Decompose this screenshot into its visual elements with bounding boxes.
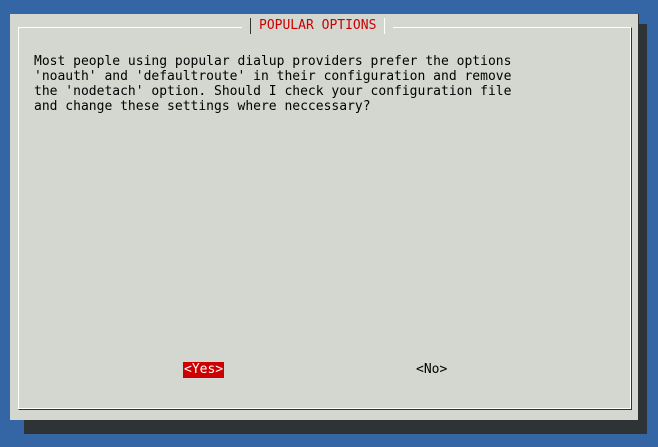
yes-button[interactable]: <Yes> [183,362,225,378]
dialog-message: Most people using popular dialup provide… [34,54,512,114]
no-button[interactable]: <No> [415,362,448,378]
dialog-title-bar: POPULAR OPTIONS [242,18,394,34]
popular-options-dialog: POPULAR OPTIONS Most people using popula… [10,14,639,420]
title-right-divider [384,18,386,34]
dialog-title: POPULAR OPTIONS [259,18,377,33]
